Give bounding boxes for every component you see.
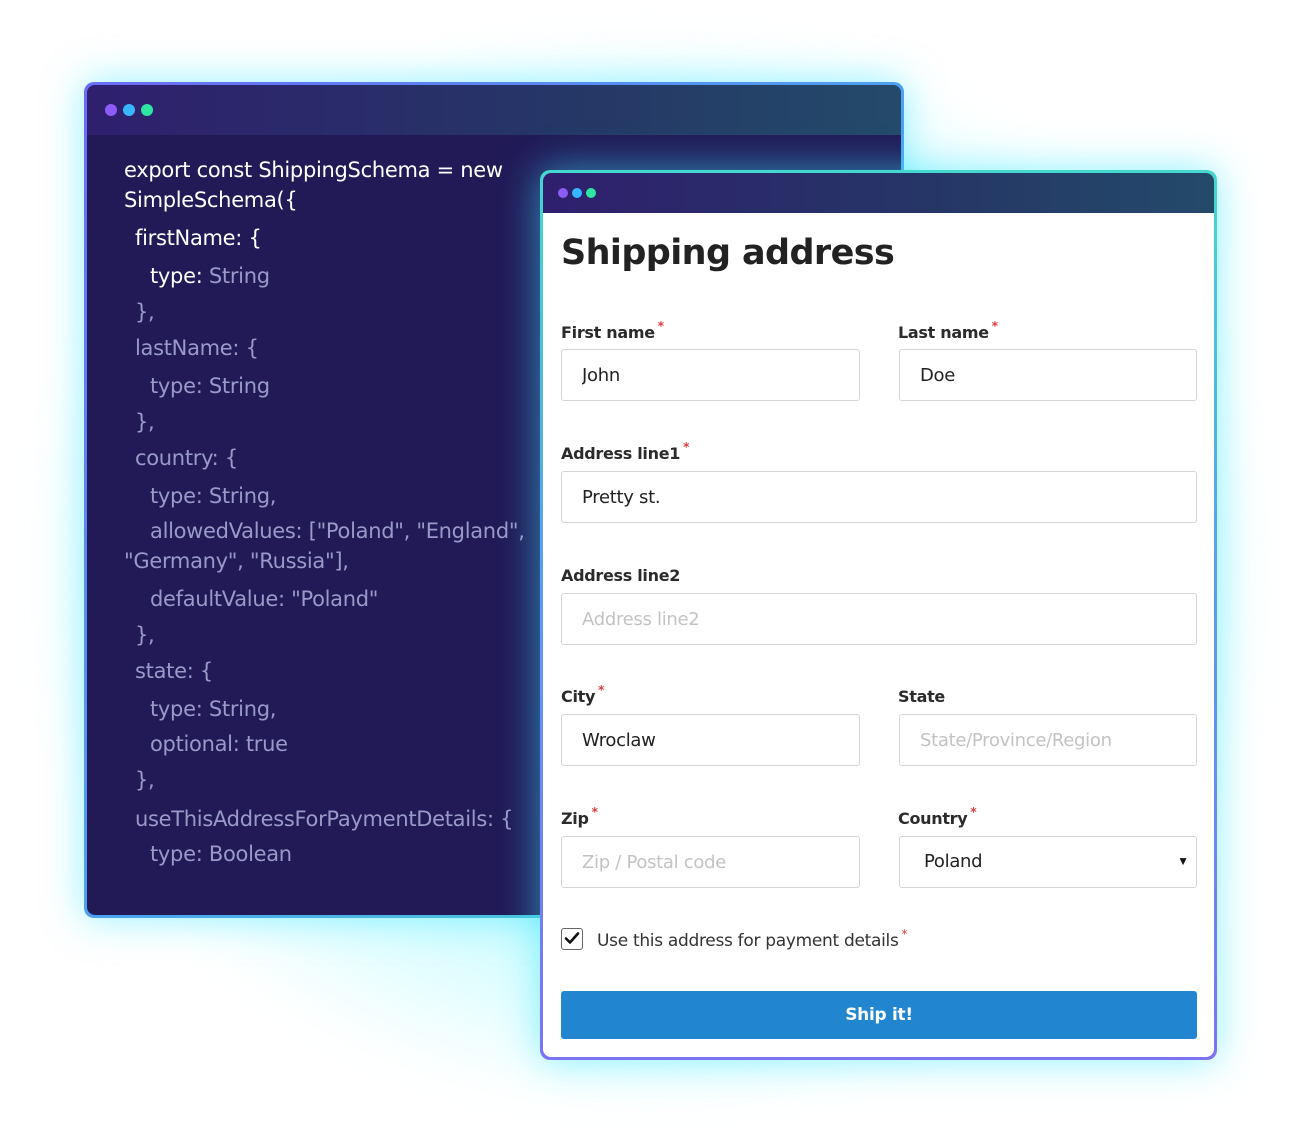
use-for-payment-checkbox[interactable] xyxy=(561,928,583,950)
last-name-field[interactable] xyxy=(899,349,1197,401)
code-line: }, xyxy=(135,765,155,795)
code-text: allowedValues: ["Poland", "England", xyxy=(150,519,525,543)
window-dot-green[interactable] xyxy=(141,104,153,116)
code-line: }, xyxy=(135,297,155,327)
required-mark: * xyxy=(683,440,690,454)
country-label-text: Country xyxy=(898,809,968,828)
required-mark: * xyxy=(970,805,977,819)
code-text: }, xyxy=(135,768,155,792)
code-line: lastName: { xyxy=(135,333,259,363)
window-dot-green[interactable] xyxy=(586,188,596,198)
code-line: type: Boolean xyxy=(150,839,292,869)
code-line: export const ShippingSchema = new xyxy=(124,155,503,185)
country-select-value: Poland xyxy=(899,836,1197,888)
required-mark: * xyxy=(591,805,598,819)
code-line: defaultValue: "Poland" xyxy=(150,584,378,614)
code-text: }, xyxy=(135,300,155,324)
code-line: allowedValues: ["Poland", "England", xyxy=(150,516,525,546)
address-line1-label-text: Address line1 xyxy=(561,444,681,463)
code-text: type: String, xyxy=(150,484,277,508)
state-field[interactable] xyxy=(899,714,1197,766)
window-dot-blue[interactable] xyxy=(123,104,135,116)
code-text: firstName: { xyxy=(135,226,262,250)
required-mark: * xyxy=(657,319,664,333)
required-mark: * xyxy=(598,683,605,697)
first-name-label-text: First name xyxy=(561,323,655,342)
code-line: country: { xyxy=(135,443,238,473)
use-for-payment-label[interactable]: Use this address for payment details * xyxy=(597,927,908,951)
city-label: City * xyxy=(561,683,604,706)
form-window: Shipping address First name* Last name* … xyxy=(540,170,1217,1060)
window-dot-purple[interactable] xyxy=(558,188,568,198)
zip-label-text: Zip xyxy=(561,809,589,828)
code-line: type: String xyxy=(150,261,270,291)
zip-label: Zip * xyxy=(561,805,598,828)
code-text-value: String xyxy=(208,264,270,288)
code-text: type: String, xyxy=(150,697,277,721)
caret-down-icon: ▼ xyxy=(1177,854,1189,868)
code-line: type: String xyxy=(150,371,270,401)
code-text-key: type: xyxy=(150,264,209,288)
window-dot-purple[interactable] xyxy=(105,104,117,116)
required-mark: * xyxy=(901,927,908,941)
code-text: optional: true xyxy=(150,732,288,756)
page-title: Shipping address xyxy=(561,233,895,273)
code-line: type: String, xyxy=(150,694,276,724)
address-line1-label: Address line1 * xyxy=(561,440,689,463)
code-text: country: { xyxy=(135,446,238,470)
code-text: "Germany", "Russia"], xyxy=(124,549,349,573)
window-controls xyxy=(105,104,153,116)
address-line1-field[interactable] xyxy=(561,471,1197,523)
code-text: state: { xyxy=(135,659,213,683)
code-text: type: Boolean xyxy=(150,842,292,866)
code-text: }, xyxy=(135,623,155,647)
address-line2-field[interactable] xyxy=(561,593,1197,645)
address-line2-label: Address line2 xyxy=(561,566,680,585)
address-line2-label-text: Address line2 xyxy=(561,566,681,585)
form-window-titlebar xyxy=(543,173,1214,213)
use-for-payment-label-text: Use this address for payment details xyxy=(597,931,899,951)
code-text: export const ShippingSchema = new xyxy=(124,158,503,182)
city-label-text: City xyxy=(561,687,596,706)
window-dot-blue[interactable] xyxy=(572,188,582,198)
required-mark: * xyxy=(991,319,998,333)
last-name-label: Last name * xyxy=(898,319,998,342)
code-line: state: { xyxy=(135,656,213,686)
city-field[interactable] xyxy=(561,714,860,766)
code-line: "Germany", "Russia"], xyxy=(124,546,349,576)
code-line: firstName: { xyxy=(135,223,262,253)
form-panel: Shipping address First name* Last name* … xyxy=(543,173,1214,1057)
code-text: lastName: { xyxy=(135,336,259,360)
ship-it-button[interactable]: Ship it! xyxy=(561,991,1197,1039)
code-text: SimpleSchema({ xyxy=(124,188,298,212)
code-text: }, xyxy=(135,410,155,434)
code-window-titlebar xyxy=(87,85,901,135)
code-text: useThisAddressForPaymentDetails: { xyxy=(135,807,514,831)
code-text: type: String xyxy=(150,374,270,398)
last-name-label-text: Last name xyxy=(898,323,989,342)
code-line: }, xyxy=(135,407,155,437)
country-select[interactable]: Poland ▼ xyxy=(899,836,1197,888)
code-line: SimpleSchema({ xyxy=(124,185,298,215)
code-line: type: String, xyxy=(150,481,276,511)
code-line: }, xyxy=(135,620,155,650)
state-label: State xyxy=(898,687,945,706)
country-label: Country * xyxy=(898,805,977,828)
zip-field[interactable] xyxy=(561,836,860,888)
code-line: optional: true xyxy=(150,729,288,759)
code-line: useThisAddressForPaymentDetails: { xyxy=(135,804,513,834)
state-label-text: State xyxy=(898,687,945,706)
checkmark-icon xyxy=(564,932,580,944)
first-name-field[interactable] xyxy=(561,349,860,401)
code-text: defaultValue: "Poland" xyxy=(150,587,379,611)
first-name-label: First name * xyxy=(561,319,664,342)
window-controls xyxy=(558,188,596,198)
